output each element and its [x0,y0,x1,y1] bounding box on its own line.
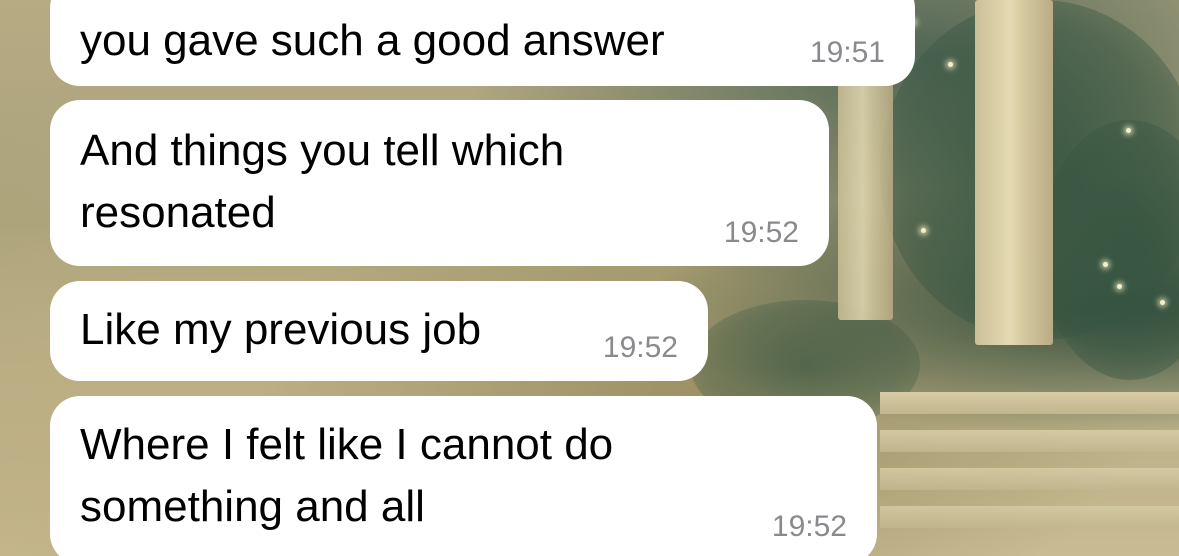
message-text-line: something and all [80,482,425,531]
chat-screen: you gave such a good answer 19:51 And th… [0,0,1179,556]
wallpaper-sparkle [1126,128,1131,133]
wallpaper-sparkle [948,62,953,67]
message-text-line: Where I felt like I cannot do [80,420,614,469]
message-bubble[interactable]: And things you tell which resonated 19:5… [50,100,829,266]
message-bubble[interactable]: Like my previous job 19:52 [50,281,708,381]
message-bubble[interactable]: Where I felt like I cannot do something … [50,396,877,556]
message-text: Like my previous job [80,305,482,354]
wallpaper-step [880,392,1179,414]
wallpaper-step [880,468,1179,490]
message-timestamp: 19:52 [723,216,799,249]
wallpaper-foliage [1040,120,1179,380]
wallpaper-sparkle [921,228,926,233]
message-text-line: And things you tell which [80,126,565,175]
message-text-line: resonated [80,188,276,237]
wallpaper-column [975,0,1053,345]
message-bubble[interactable]: you gave such a good answer 19:51 [50,0,915,86]
wallpaper-step [880,506,1179,528]
message-timestamp: 19:52 [771,510,847,543]
wallpaper-foliage [880,0,1179,340]
message-timestamp: 19:52 [602,331,678,364]
message-timestamp: 19:51 [809,36,885,69]
wallpaper-sparkle [1160,300,1165,305]
wallpaper-sparkle [1117,284,1122,289]
wallpaper-column [838,80,893,320]
wallpaper-sparkle [1103,262,1108,267]
wallpaper-step [880,430,1179,452]
message-text: you gave such a good answer [80,16,665,65]
